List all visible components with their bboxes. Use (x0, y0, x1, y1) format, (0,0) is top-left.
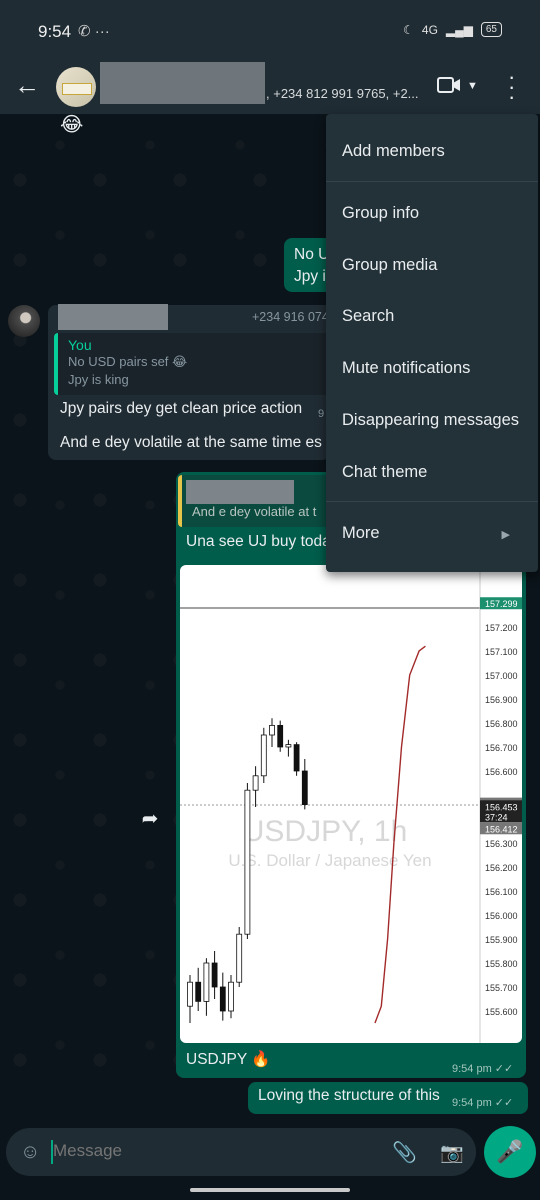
watermark-title: USDJPY, 1h (243, 815, 408, 848)
submenu-arrow-icon: ▶ (501, 529, 510, 541)
group-members-subtitle[interactable]: , +234 812 991 9765, +2... (266, 86, 419, 101)
camera-icon[interactable]: 📷 (440, 1141, 464, 1165)
group-avatar[interactable] (56, 67, 96, 107)
y-tick-label: 157.299 (485, 599, 518, 609)
menu-divider (326, 181, 538, 182)
home-indicator (190, 1188, 350, 1192)
y-tick-label: 156.200 (485, 863, 518, 873)
group-name-redacted[interactable] (100, 62, 265, 104)
quoted-sender-redacted (186, 480, 294, 504)
message-text: Una see UJ buy toda (186, 533, 331, 550)
sender-name-redacted (58, 304, 168, 330)
candle-body (252, 775, 259, 791)
y-tick-label: 157.200 (485, 623, 518, 633)
candle-body (277, 724, 284, 748)
menu-item-group-media[interactable]: Group media (342, 256, 437, 275)
y-tick-label: 157.100 (485, 647, 518, 657)
quote-line: Jpy is king (68, 372, 129, 387)
status-time: 9:54 (38, 22, 72, 41)
candle-body (244, 789, 251, 935)
mic-button[interactable]: 🎤 (484, 1126, 536, 1178)
network-label: 4G (421, 22, 438, 37)
mic-icon: 🎤 (496, 1139, 524, 1164)
message-text: Loving the structure of this (258, 1087, 440, 1104)
notification-icons: ✆ ··· (78, 23, 110, 40)
menu-divider (326, 501, 538, 502)
candle-body (228, 981, 234, 1012)
y-tick-label: 155.800 (485, 959, 518, 969)
image-caption: USDJPY 🔥 (186, 1051, 271, 1068)
candle-body (269, 724, 275, 736)
y-tick-label: 155.600 (485, 1007, 518, 1017)
candle-body (236, 933, 243, 983)
message-time: 9 (318, 408, 325, 420)
more-options-icon[interactable]: · · · (508, 66, 515, 108)
attach-icon[interactable]: 📎 (392, 1140, 417, 1165)
moon-icon: ☾ (403, 22, 414, 37)
message-time: 9:54 pm ✓✓ (452, 1063, 514, 1075)
menu-item-more[interactable]: More (342, 524, 380, 543)
video-call-icon[interactable] (437, 76, 461, 94)
quote-line: No USD pairs sef 😂 (68, 354, 188, 369)
quoted-message[interactable]: You No USD pairs sef 😂 Jpy is king (54, 333, 334, 395)
sender-phone: +234 916 074 (252, 310, 329, 324)
quote-author: You (68, 337, 92, 353)
candle-body (187, 981, 193, 1007)
y-tick-label: 156.000 (485, 911, 518, 921)
candles-group (187, 718, 308, 1023)
menu-item-add-members[interactable]: Add members (342, 142, 445, 161)
candle-body (285, 744, 292, 748)
candle-body (219, 986, 226, 1012)
sender-avatar[interactable] (8, 305, 40, 337)
candle-body (211, 962, 218, 988)
y-tick-label: 156.300 (485, 839, 518, 849)
candle-body (260, 734, 267, 777)
message-time: 9:54 pm ✓✓ (452, 1097, 514, 1109)
y-tick-label: 156.100 (485, 887, 518, 897)
battery-icon: 65 (480, 22, 502, 37)
y-axis-ticks: 157.299 157.200 157.100 157.000 156.900 156.8… (480, 597, 522, 1017)
status-bar: 9:54 ✆ ··· ☾ 4G ▂▄▆ 65 (0, 0, 540, 62)
quote-line: And e dey volatile at t (192, 504, 317, 519)
candle-body (195, 981, 202, 1002)
message-text: No U Jpy i (294, 246, 330, 285)
forward-icon[interactable]: ➦ (134, 806, 166, 834)
call-dropdown-icon[interactable]: ▼ (467, 80, 478, 92)
incoming-message[interactable]: And e dey volatile at the same time es (48, 428, 330, 460)
y-tick-label: 156.600 (485, 767, 518, 777)
y-tick-label: 37:24 (485, 812, 508, 822)
y-tick-label: 155.700 (485, 983, 518, 993)
menu-item-mute[interactable]: Mute notifications (342, 359, 470, 378)
status-right: ☾ 4G ▂▄▆ 65 (403, 22, 502, 37)
y-tick-label: 156.900 (485, 695, 518, 705)
menu-item-search[interactable]: Search (342, 307, 394, 326)
y-tick-label: 157.000 (485, 671, 518, 681)
menu-item-group-info[interactable]: Group info (342, 204, 419, 223)
y-tick-label: 156.800 (485, 719, 518, 729)
menu-item-disappearing[interactable]: Disappearing messages (342, 411, 519, 430)
watermark-subtitle: U.S. Dollar / Japanese Yen (228, 851, 431, 870)
menu-item-chat-theme[interactable]: Chat theme (342, 463, 427, 482)
back-arrow-icon[interactable]: ← (14, 70, 40, 101)
chart-image[interactable]: USDJPY, 1h U.S. Dollar / Japanese Yen 15… (180, 565, 522, 1043)
message-text: Jpy pairs dey get clean price action (60, 400, 303, 417)
message-text: And e dey volatile at the same time es (60, 434, 322, 451)
sticker-icon[interactable]: ☺ (20, 1141, 40, 1164)
overflow-menu: Add members Group info Group media Searc… (326, 114, 538, 572)
y-tick-label: 156.700 (485, 743, 518, 753)
signal-icon: ▂▄▆ (445, 22, 473, 37)
price-chart: USDJPY, 1h U.S. Dollar / Japanese Yen 15… (180, 565, 522, 1043)
chat-header: ← , +234 812 991 9765, +2... ▼ · · · (0, 62, 540, 114)
y-tick-label: 155.900 (485, 935, 518, 945)
reaction-emoji: 😂 (60, 114, 84, 136)
y-tick-label: 156.412 (485, 824, 518, 834)
candle-body (301, 770, 308, 805)
candle-body (203, 962, 210, 1002)
message-input[interactable] (53, 1141, 373, 1161)
candle-body (293, 744, 300, 772)
